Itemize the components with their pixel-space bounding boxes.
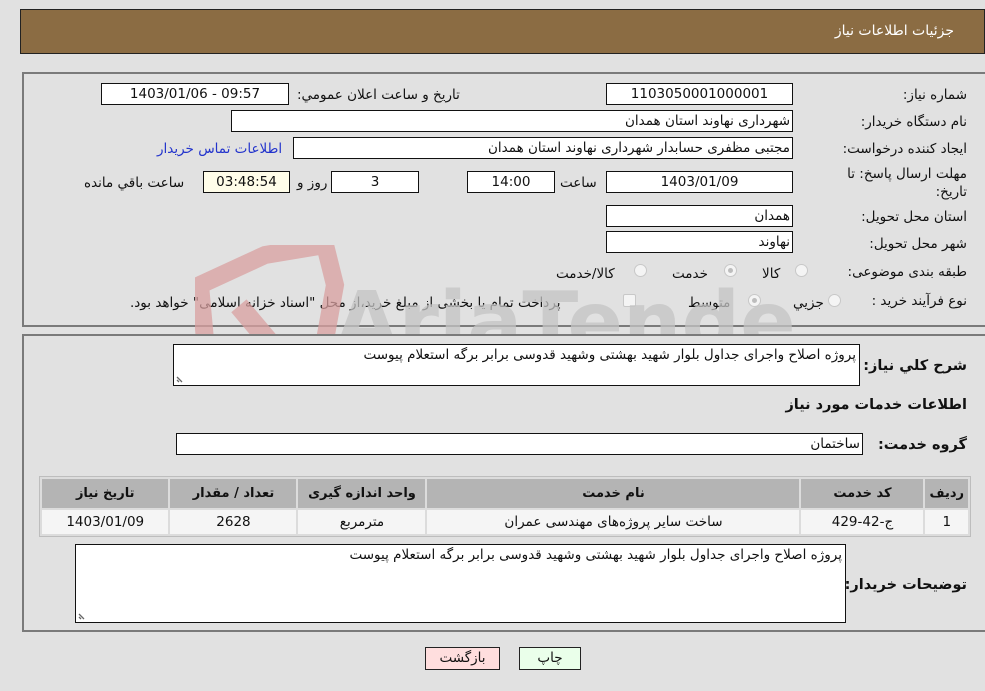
province-label: استان محل تحویل: [861,209,967,225]
services-table: ردیف کد خدمت نام خدمت واحد اندازه گیری ت… [39,476,971,537]
cell-quantity: 2628 [170,510,297,534]
table-row: 1 ج-42-429 ساخت سایر پروژه‌های مهندسی عم… [42,510,968,534]
announce-date-label: تاریخ و ساعت اعلان عمومي: [297,87,460,103]
process-type-label: نوع فرآیند خرید : [871,293,967,309]
deadline-label: مهلت ارسال پاسخ: تا تاریخ: [847,166,967,200]
page-header: جزئیات اطلاعات نیاز [20,9,985,54]
buyer-org-field[interactable]: شهرداری نهاوند استان همدان [231,110,793,132]
buyer-contact-link[interactable]: اطلاعات تماس خریدار [157,141,282,157]
col-service-code: کد خدمت [801,479,924,508]
col-service-name: نام خدمت [427,479,800,508]
need-number-field[interactable]: 1103050001000001 [606,83,793,105]
description-text: پروژه اصلاح واجرای جداول بلوار شهید بهشت… [363,347,856,363]
category-radio-goods-service[interactable] [634,264,647,277]
remaining-time-field: 03:48:54 [203,171,290,193]
resize-grip-icon[interactable] [78,611,87,620]
creator-field[interactable]: مجتبی مظفری حسابدار شهرداری نهاوند استان… [293,137,793,159]
buyer-notes-text: پروژه اصلاح واجرای جداول بلوار شهید بهشت… [349,547,842,563]
city-label: شهر محل تحویل: [869,236,967,252]
services-section-title: اطلاعات خدمات مورد نياز [785,397,967,413]
category-service-label: خدمت [672,266,708,282]
days-label: روز و [297,175,328,191]
col-unit: واحد اندازه گیری [298,479,426,508]
deadline-time-label: ساعت [560,175,597,191]
category-goods-label: کالا [762,266,781,282]
resize-grip-icon[interactable] [176,374,185,383]
process-radio-minor[interactable] [828,294,841,307]
col-quantity: تعداد / مقدار [170,479,297,508]
table-header-row: ردیف کد خدمت نام خدمت واحد اندازه گیری ت… [42,479,968,508]
process-minor-label: جزيي [793,295,824,311]
cell-service-code: ج-42-429 [801,510,924,534]
process-medium-label: متوسط [688,295,731,311]
category-radio-service[interactable] [724,264,737,277]
deadline-time-field[interactable]: 14:00 [467,171,555,193]
remaining-time-label: ساعت باقي مانده [84,175,185,191]
buyer-notes-label: توضیحات خریدار: [844,577,967,593]
deadline-date-field[interactable]: 1403/01/09 [606,171,793,193]
col-row-number: ردیف [925,479,968,508]
buyer-notes-textarea[interactable]: پروژه اصلاح واجرای جداول بلوار شهید بهشت… [75,544,846,623]
cell-row-number: 1 [925,510,968,534]
category-goods-service-label: کالا/خدمت [556,266,615,282]
treasury-note: پرداخت تمام یا بخشی از مبلغ خرید،از محل … [130,295,561,311]
category-radio-goods[interactable] [795,264,808,277]
description-textarea[interactable]: پروژه اصلاح واجرای جداول بلوار شهید بهشت… [173,344,860,386]
category-label: طبقه بندی موضوعی: [847,264,967,280]
creator-label: ایجاد کننده درخواست: [842,141,967,157]
cell-unit: مترمربع [298,510,426,534]
service-group-field[interactable]: ساختمان [176,433,863,455]
treasury-checkbox[interactable] [623,294,636,307]
service-group-label: گروه خدمت: [877,437,967,453]
print-button[interactable]: چاپ [519,647,581,670]
page-title: جزئیات اطلاعات نیاز [834,23,954,39]
description-label: شرح كلي نياز: [863,358,967,374]
cell-need-date: 1403/01/09 [42,510,169,534]
cell-service-name: ساخت سایر پروژه‌های مهندسی عمران [427,510,800,534]
need-number-label: شماره نیاز: [902,87,967,103]
col-need-date: تاریخ نیاز [42,479,169,508]
province-field[interactable]: همدان [606,205,793,227]
days-remaining-field[interactable]: 3 [331,171,419,193]
announce-date-field[interactable]: 1403/01/06 - 09:57 [101,83,289,105]
city-field[interactable]: نهاوند [606,231,793,253]
buyer-org-label: نام دستگاه خریدار: [860,114,967,130]
process-radio-medium[interactable] [748,294,761,307]
back-button[interactable]: بازگشت [425,647,500,670]
